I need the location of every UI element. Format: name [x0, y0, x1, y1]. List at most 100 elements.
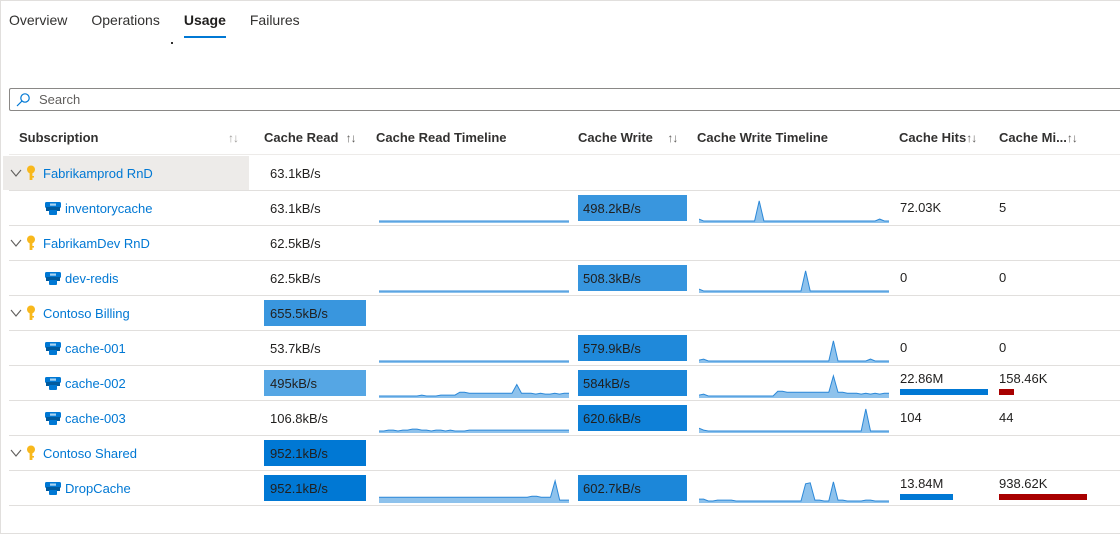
- sort-icon: ↑↓: [966, 131, 977, 145]
- resource-link[interactable]: DropCache: [65, 481, 131, 496]
- cache-write-sparkline-area: [699, 409, 889, 433]
- tab-failures[interactable]: Failures: [250, 12, 300, 38]
- cache-read-value: 62.5kB/s: [270, 270, 321, 286]
- column-header-cache-write-timeline[interactable]: Cache Write Timeline: [697, 130, 828, 145]
- subscription-cell: DropCache: [3, 471, 249, 505]
- cache-misses-cell: 0: [999, 261, 1099, 295]
- cache-write-sparkline: [699, 408, 889, 433]
- column-label: Cache Hits: [899, 130, 967, 145]
- chevron-down-icon[interactable]: [9, 446, 23, 460]
- table-row[interactable]: DropCache 952.1kB/s 602.7kB/s 13.84M 938.62K: [9, 471, 1120, 506]
- group-row[interactable]: FabrikamDev RnD 62.5kB/s: [9, 226, 1120, 261]
- cache-misses-value: 44: [999, 410, 1014, 425]
- column-label: Subscription: [19, 130, 99, 145]
- cache-hits-cell: 0: [900, 261, 992, 295]
- cache-hits-cell: 72.03K: [900, 191, 992, 225]
- tab-bar: Overview Operations Usage Failures: [9, 12, 324, 38]
- subscription-cell: cache-001: [3, 331, 249, 365]
- cache-write-sparkline-area: [699, 375, 889, 398]
- stray-dot: [171, 42, 173, 44]
- column-header-cache-read[interactable]: Cache Read ↑↓: [264, 130, 357, 145]
- sort-icon: ↑↓: [667, 131, 678, 145]
- cache-read-value: 63.1kB/s: [270, 165, 321, 181]
- subscription-cell: Contoso Billing: [3, 296, 249, 330]
- subscription-cell: cache-003: [3, 401, 249, 435]
- cache-hits-value: 13.84M: [900, 476, 944, 491]
- cache-write-sparkline: [699, 340, 889, 363]
- table-row[interactable]: dev-redis 62.5kB/s 508.3kB/s 0 0: [9, 261, 1120, 296]
- subscription-cell: Fabrikamprod RnD: [3, 156, 249, 190]
- table-row[interactable]: cache-001 53.7kB/s 579.9kB/s 0 0: [9, 331, 1120, 366]
- sort-icon[interactable]: ↑↓: [228, 130, 239, 145]
- cache-hits-cell: 0: [900, 331, 992, 365]
- redis-cache-icon: [45, 412, 61, 425]
- redis-cache-icon: [45, 482, 61, 495]
- cache-misses-value: 5: [999, 200, 1007, 215]
- sort-icon: ↑↓: [345, 131, 357, 145]
- cache-read-sparkline: [379, 428, 569, 433]
- subscription-link[interactable]: Contoso Shared: [43, 446, 137, 461]
- sort-arrows: ↑↓: [228, 131, 239, 145]
- column-header-cache-read-timeline[interactable]: Cache Read Timeline: [376, 130, 507, 145]
- group-row[interactable]: Fabrikamprod RnD 63.1kB/s: [3, 156, 1120, 191]
- cache-read-value: 62.5kB/s: [270, 235, 321, 251]
- cache-misses-value: 0: [999, 270, 1007, 285]
- subscription-cell: FabrikamDev RnD: [3, 226, 249, 260]
- search-input[interactable]: [39, 92, 639, 107]
- chevron-down-icon[interactable]: [9, 236, 23, 250]
- chevron-down-icon[interactable]: [9, 306, 23, 320]
- cache-hits-bar: [900, 389, 988, 395]
- cache-misses-cell: 5: [999, 191, 1099, 225]
- cache-write-sparkline-line: [699, 200, 889, 222]
- column-header-cache-hits[interactable]: Cache Hits↑↓: [899, 130, 977, 145]
- cache-write-sparkline: [699, 374, 889, 398]
- table-row[interactable]: cache-002 495kB/s 584kB/s 22.86M 158.46K: [9, 366, 1120, 401]
- column-label: Cache Write: [578, 130, 653, 145]
- subscription-link[interactable]: FabrikamDev RnD: [43, 236, 150, 251]
- search-box[interactable]: [9, 88, 1120, 111]
- resource-link[interactable]: cache-002: [65, 376, 126, 391]
- cache-hits-value: 22.86M: [900, 371, 944, 386]
- table-header: Subscription ↑↓ Cache Read ↑↓ Cache Read…: [9, 125, 1120, 155]
- tab-usage[interactable]: Usage: [183, 12, 226, 38]
- tab-overview[interactable]: Overview: [9, 12, 67, 38]
- cache-read-value: 53.7kB/s: [270, 340, 321, 356]
- redis-cache-icon: [45, 202, 61, 215]
- resource-link[interactable]: cache-003: [65, 411, 126, 426]
- cache-misses-bar: [999, 389, 1014, 395]
- subscription-cell: dev-redis: [3, 261, 249, 295]
- subscription-link[interactable]: Fabrikamprod RnD: [43, 166, 153, 181]
- cache-misses-cell: 158.46K: [999, 366, 1099, 400]
- key-icon: [27, 235, 35, 250]
- column-label: Cache Write Timeline: [697, 130, 829, 145]
- cache-write-sparkline: [699, 200, 889, 223]
- key-icon: [27, 445, 35, 460]
- cache-write-sparkline-area: [699, 200, 889, 223]
- table-row[interactable]: cache-003 106.8kB/s 620.6kB/s 104 44: [9, 401, 1120, 436]
- tab-operations[interactable]: Operations: [91, 12, 159, 38]
- redis-cache-icon: [45, 272, 61, 285]
- cache-write-sparkline-line: [699, 481, 889, 502]
- key-icon: [27, 165, 35, 180]
- table-row[interactable]: inventorycache 63.1kB/s 498.2kB/s 72.03K 5: [9, 191, 1120, 226]
- chevron-down-icon[interactable]: [9, 166, 23, 180]
- column-header-cache-misses[interactable]: Cache Mi...↑↓: [999, 130, 1078, 145]
- cache-hits-bar: [900, 494, 953, 500]
- cache-read-sparkline: [379, 360, 569, 363]
- group-row[interactable]: Contoso Shared 952.1kB/s: [9, 436, 1120, 471]
- cache-write-value: 498.2kB/s: [578, 195, 687, 221]
- subscription-link[interactable]: Contoso Billing: [43, 306, 130, 321]
- cache-hits-cell: 22.86M: [900, 366, 992, 400]
- resource-link[interactable]: inventorycache: [65, 201, 152, 216]
- resource-link[interactable]: dev-redis: [65, 271, 118, 286]
- resource-link[interactable]: cache-001: [65, 341, 126, 356]
- cache-misses-bar: [999, 494, 1087, 500]
- column-header-subscription[interactable]: Subscription: [19, 130, 98, 145]
- column-label: Cache Read Timeline: [376, 130, 507, 145]
- group-row[interactable]: Contoso Billing 655.5kB/s: [9, 296, 1120, 331]
- column-header-cache-write[interactable]: Cache Write ↑↓: [578, 130, 678, 145]
- cache-hits-cell: 104: [900, 401, 992, 435]
- cache-write-value: 602.7kB/s: [578, 475, 687, 501]
- cache-read-sparkline: [379, 290, 569, 293]
- cache-read-value: 495kB/s: [264, 370, 366, 396]
